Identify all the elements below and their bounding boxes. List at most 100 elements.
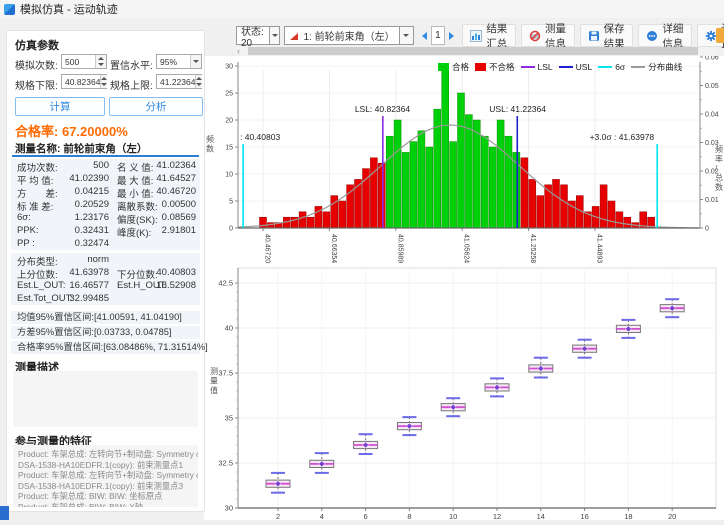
table-row: Est.Tot_OUT:32.99485 [11, 292, 200, 305]
confidence-value: 95% [160, 57, 177, 67]
button-label: 保存结果 [604, 21, 626, 51]
legend-label: 6σ [615, 62, 625, 72]
details-icon [646, 30, 658, 42]
legend-item: USL [559, 62, 593, 72]
window-title: 模拟仿真 - 运动轨迹 [20, 1, 118, 17]
save-results-button[interactable]: 保存结果 [580, 24, 634, 47]
svg-text:6: 6 [364, 512, 368, 520]
svg-text:12: 12 [493, 512, 501, 520]
confidence-interval-line: 方差95%置信区间:[0.03733, 0.04785] [11, 326, 200, 339]
confidence-select[interactable]: 95% [156, 54, 202, 69]
legend-swatch [631, 66, 645, 68]
table-row: 平 均 值:41.02390最 大 值:41.64527 [11, 172, 200, 185]
usl-label: 规格上限: [110, 77, 153, 92]
svg-text:测量值: 测量值 [210, 367, 218, 395]
button-label: 结果汇总 [486, 21, 508, 51]
taskbar-icon[interactable] [0, 506, 9, 520]
next-page-button[interactable] [446, 26, 457, 45]
summary-chart-icon [470, 30, 482, 42]
sim-count-input[interactable]: 500 [61, 54, 107, 69]
stat-value: 0.00500 [162, 199, 196, 210]
table-row: 成功次数:500名 义 值:41.02364 [11, 159, 200, 172]
measurement-select[interactable]: 1: 前轮前束角（左） [284, 26, 413, 45]
svg-text:0.04: 0.04 [705, 112, 719, 119]
measure-name: 测量名称: 前轮前束角（左） [15, 141, 147, 156]
confidence-interval-line: 均值95%置信区间:[41.00591, 41.04190] [11, 311, 200, 324]
confidence-label: 置信水平: [110, 57, 153, 72]
page-number[interactable]: 1 [431, 26, 445, 45]
table-row: 上分位数:41.63978下分位数:40.40803 [11, 266, 200, 279]
description-box[interactable] [13, 371, 198, 427]
svg-text:20: 20 [668, 512, 676, 520]
lsl-input[interactable]: 40.82364 [61, 74, 107, 89]
measurement-value: 1: 前轮前束角（左） [303, 28, 394, 43]
spinner-arrows-icon[interactable] [95, 55, 106, 68]
features-box[interactable]: Product: 车架总成: 左转向节+制动盘: Symmetry ofDSA-… [13, 445, 198, 507]
pass-rate-label: 合格率: [15, 124, 58, 139]
legend-item: 分布曲线 [631, 61, 682, 73]
legend-label: 不合格 [489, 61, 515, 73]
pass-rate-value: 67.20000% [62, 124, 128, 139]
scrollbar-thumb[interactable] [248, 47, 698, 55]
status-select[interactable]: 状态: 20 [236, 26, 280, 45]
titlebar: 模拟仿真 - 运动轨迹 [0, 0, 724, 18]
dist-label: Est.L_OUT: [17, 280, 66, 291]
measure-name-value: 前轮前束角（左） [63, 143, 147, 155]
spinner-arrows-icon[interactable] [100, 75, 107, 88]
legend-swatch [598, 66, 612, 68]
measure-info-button[interactable]: 测量信息 [521, 24, 575, 47]
svg-text:0.05: 0.05 [705, 83, 719, 90]
svg-text:18: 18 [624, 512, 632, 520]
legend-swatch [559, 66, 573, 68]
table-row: Est.L_OUT:16.46577Est.H_OUT:16.52908 [11, 279, 200, 292]
stat-value: 0.08569 [162, 212, 196, 223]
lsl-value: 40.82364 [65, 77, 100, 87]
distribution-table: 分布类型:norm上分位数:41.63978下分位数:40.40803Est.L… [11, 253, 200, 305]
simulation-panel: 仿真参数 模拟次数: 500 置信水平: 95% 规格下限: 40.82364 … [6, 30, 205, 512]
legend-item: 合格 [438, 61, 469, 73]
chevron-down-icon[interactable] [399, 27, 413, 44]
svg-text:40.85989: 40.85989 [396, 234, 403, 263]
svg-text:40: 40 [225, 324, 233, 333]
svg-text:10: 10 [225, 172, 233, 179]
analyze-button[interactable]: 分析 [109, 97, 203, 116]
confidence-interval-line: 合格率95%置信区间:[63.08486%, 71.31514%] [11, 341, 200, 354]
svg-text:41.25258: 41.25258 [529, 234, 536, 263]
svg-text:30: 30 [225, 504, 233, 513]
table-row: PP :0.32474 [11, 237, 200, 250]
svg-text:42.5: 42.5 [218, 279, 233, 288]
legend-swatch [475, 63, 486, 71]
stat-label: PPK: [17, 225, 39, 236]
app-logo-icon [4, 4, 15, 15]
summary-button[interactable]: 结果汇总 [462, 24, 516, 47]
stat-label: 6σ: [17, 212, 31, 223]
prev-page-button[interactable] [419, 26, 430, 45]
feature-lines: Product: 车架总成: 左转向节+制动盘: Symmetry ofDSA-… [13, 445, 198, 507]
details-button[interactable]: 详细信息 [638, 24, 692, 47]
clipped-toolbar-icon[interactable] [716, 28, 724, 43]
stat-value: 500 [61, 160, 109, 171]
lsl-label: 规格下限: [15, 77, 58, 92]
legend-label: 合格 [452, 61, 469, 73]
svg-text:20: 20 [225, 118, 233, 125]
svg-text:0.01: 0.01 [705, 197, 719, 204]
calculate-button[interactable]: 计算 [15, 97, 105, 116]
table-row: 6σ:1.23176偏度(SK):0.08569 [11, 211, 200, 224]
chevron-left-icon [422, 32, 427, 40]
legend-item: 6σ [598, 62, 625, 72]
svg-text:0: 0 [705, 226, 709, 233]
usl-input[interactable]: 41.22364 [156, 74, 202, 89]
stat-value: 41.02364 [156, 160, 196, 171]
svg-text:41.44893: 41.44893 [596, 234, 603, 263]
legend-swatch [438, 63, 449, 71]
scroll-left-icon[interactable]: ‹ [237, 46, 240, 56]
horizontal-scrollbar[interactable]: ‹ › [236, 47, 716, 55]
boxplot-svg: 3032.53537.54042.52468101214161820测量值 [200, 262, 724, 520]
measure-info-icon [529, 30, 541, 42]
svg-text:30: 30 [225, 64, 233, 71]
stat-value: 41.64527 [156, 173, 196, 184]
svg-text:频数: 频数 [206, 134, 214, 154]
chevron-down-icon[interactable] [269, 27, 280, 44]
sim-count-value: 500 [65, 57, 79, 67]
svg-text:15: 15 [225, 145, 233, 152]
